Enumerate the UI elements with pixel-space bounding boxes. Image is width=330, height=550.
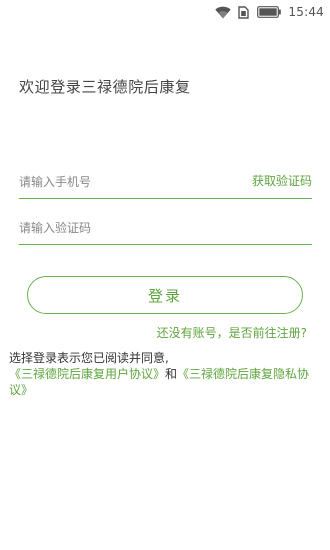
code-underline [19, 244, 312, 245]
register-link[interactable]: 还没有账号，是否前往注册? [157, 324, 307, 341]
status-icons: 15:44 [215, 3, 324, 21]
verification-code-input[interactable] [19, 217, 229, 239]
status-time: 15:44 [288, 5, 324, 19]
battery-icon [257, 6, 282, 18]
get-code-button[interactable]: 获取验证码 [252, 172, 312, 189]
agreement-prefix: 选择登录表示您已阅读并同意, [9, 351, 169, 365]
phone-field-row: 获取验证码 [19, 171, 312, 199]
sim-icon [238, 5, 250, 19]
agreement-conjunction: 和 [165, 367, 178, 381]
wifi-icon [215, 6, 232, 19]
status-bar: 15:44 [0, 0, 330, 24]
agreement-text: 选择登录表示您已阅读并同意,《三禄德院后康复用户协议》和《三禄德院后康复隐私协议… [9, 350, 321, 398]
login-button[interactable]: 登录 [27, 276, 303, 314]
phone-input[interactable] [19, 171, 229, 193]
code-field-row [19, 217, 312, 245]
user-agreement-link[interactable]: 《三禄德院后康复用户协议》 [9, 367, 165, 381]
phone-underline [19, 198, 312, 199]
welcome-title: 欢迎登录三禄德院后康复 [19, 78, 191, 96]
